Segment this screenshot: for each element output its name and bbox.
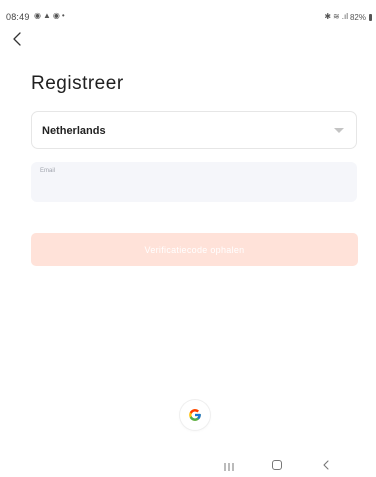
battery-percentage: 82% — [349, 12, 366, 22]
status-system-icons: ✱ ≋ .ıl 82% — [324, 12, 372, 22]
system-back-button[interactable] — [321, 458, 331, 470]
bluetooth-icon: ✱ — [324, 12, 332, 21]
status-time: 08:49 — [6, 12, 30, 22]
country-value: Netherlands — [42, 125, 106, 137]
back-button[interactable] — [10, 30, 30, 48]
home-button[interactable] — [271, 458, 283, 470]
page-title: Registreer — [31, 73, 124, 94]
chevron-down-icon — [334, 128, 344, 133]
status-bar: 08:49 ◉ ▲ ◉ • ✱ ≋ .ıl 82% — [0, 0, 376, 30]
google-login-button[interactable] — [180, 400, 210, 430]
signal-icon: .ıl — [341, 12, 348, 21]
navigation-bar — [0, 450, 376, 470]
recents-button[interactable] — [223, 459, 235, 471]
email-label: Email — [40, 168, 56, 174]
notification-icon: ◉ — [34, 11, 41, 20]
submit-button-label: Verificatiecode ophalen — [144, 244, 245, 255]
battery-icon — [369, 13, 372, 21]
wifi-icon: ≋ — [333, 12, 340, 21]
notification-icon: ◉ — [52, 11, 60, 20]
back-icon — [323, 460, 329, 470]
home-icon — [272, 460, 282, 470]
status-notification-icons: ◉ ▲ ◉ • — [34, 11, 65, 21]
dot-icon: • — [61, 11, 65, 20]
app-icon: ▲ — [42, 11, 51, 20]
email-field[interactable]: Email — [31, 162, 357, 202]
google-icon — [189, 409, 201, 421]
get-verification-code-button[interactable]: Verificatiecode ophalen — [31, 233, 358, 266]
country-select[interactable]: Netherlands — [31, 111, 357, 149]
recents-icon — [224, 463, 234, 471]
chevron-left-icon — [13, 32, 21, 46]
